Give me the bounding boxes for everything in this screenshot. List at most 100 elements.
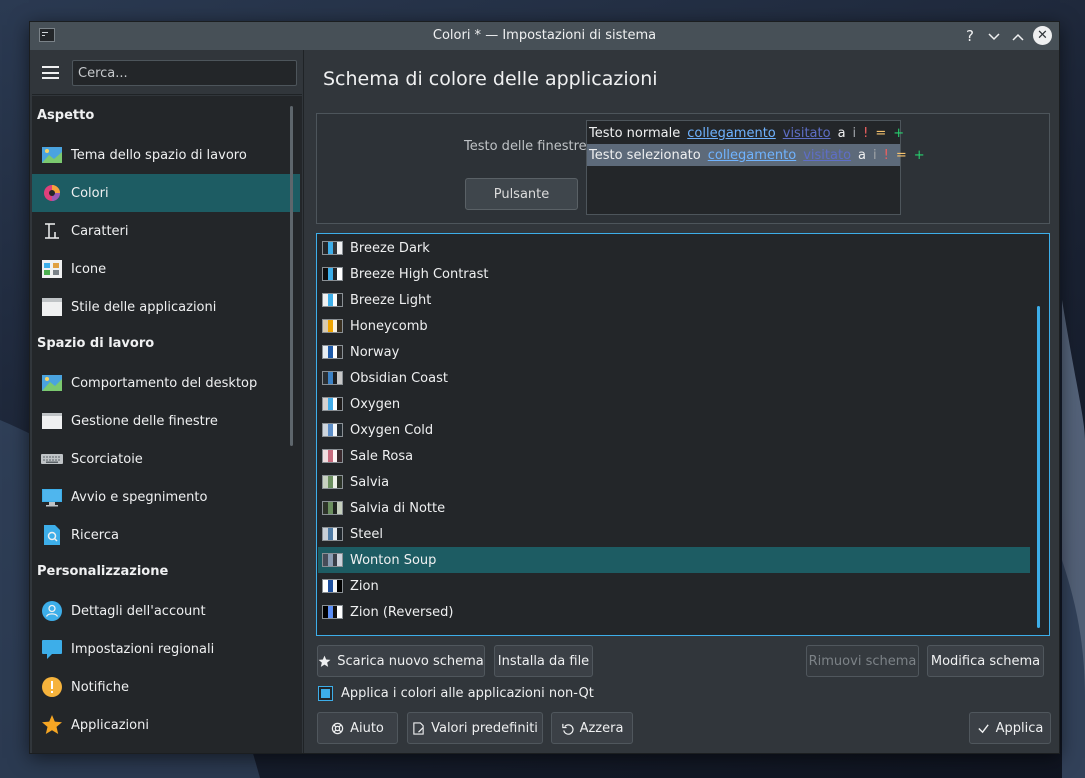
sidebar-item-tema[interactable]: Tema dello spazio di lavoro bbox=[32, 136, 300, 174]
window-management-icon bbox=[41, 410, 63, 432]
selected-text-sample: Testo selezionato bbox=[589, 147, 701, 163]
sidebar-category-list[interactable]: Aspetto Tema dello spazio di lavoro Colo… bbox=[32, 96, 302, 753]
help-icon[interactable]: ? bbox=[960, 26, 980, 46]
main-content: Schema di colore delle applicazioni Test… bbox=[303, 50, 1059, 753]
positive-sample: + bbox=[913, 147, 925, 163]
preview-button[interactable]: Pulsante bbox=[465, 178, 578, 210]
scheme-row[interactable]: Oxygen bbox=[318, 391, 1030, 417]
user-icon bbox=[41, 600, 63, 622]
apply-nonqt-label[interactable]: Applica i colori alle applicazioni non-Q… bbox=[341, 686, 594, 701]
sidebar-item-regionali[interactable]: Impostazioni regionali bbox=[32, 630, 300, 668]
scheme-swatch-icon bbox=[322, 423, 343, 437]
checkmark-icon bbox=[977, 723, 989, 733]
maximize-icon[interactable] bbox=[1008, 26, 1028, 46]
visited-sample: visitato bbox=[782, 125, 831, 141]
scheme-name: Breeze Light bbox=[350, 292, 432, 308]
scheme-row[interactable]: Breeze High Contrast bbox=[318, 261, 1030, 287]
sidebar-item-colori[interactable]: Colori bbox=[32, 174, 300, 212]
sidebar-item-stile-applicazioni[interactable]: Stile delle applicazioni bbox=[32, 288, 300, 326]
scheme-swatch-icon bbox=[322, 475, 343, 489]
scheme-row[interactable]: Wonton Soup bbox=[318, 547, 1030, 573]
lifebuoy-icon bbox=[331, 722, 344, 734]
preview-normal-row: Testo normale collegamento visitato a i … bbox=[587, 122, 904, 144]
search-input[interactable] bbox=[72, 60, 297, 86]
scheme-name: Zion (Reversed) bbox=[350, 604, 454, 620]
remove-scheme-button[interactable]: Rimuovi schema bbox=[806, 645, 919, 677]
scheme-row[interactable]: Salvia di Notte bbox=[318, 495, 1030, 521]
color-scheme-list[interactable]: Breeze Dark Breeze High Contrast Breeze Li… bbox=[316, 233, 1050, 636]
colors-icon bbox=[41, 182, 63, 204]
scheme-swatch-icon bbox=[322, 579, 343, 593]
sidebar-item-gestione-finestre[interactable]: Gestione delle finestre bbox=[32, 402, 300, 440]
color-preview-panel: Testo delle finestre Pulsante Testo norm… bbox=[316, 113, 1050, 224]
sidebar: Aspetto Tema dello spazio di lavoro Colo… bbox=[32, 50, 302, 753]
scheme-row[interactable]: Steel bbox=[318, 521, 1030, 547]
sidebar-item-label: Tema dello spazio di lavoro bbox=[71, 147, 247, 163]
sidebar-item-account[interactable]: Dettagli dell'account bbox=[32, 592, 300, 630]
scheme-name: Honeycomb bbox=[350, 318, 428, 334]
section-title-spazio-lavoro: Spazio di lavoro bbox=[37, 336, 155, 351]
sidebar-item-icone[interactable]: Icone bbox=[32, 250, 300, 288]
sidebar-scrollbar[interactable] bbox=[290, 106, 293, 446]
title-bar[interactable]: Colori * — Impostazioni di sistema ? ✕ bbox=[30, 22, 1059, 50]
icons-icon bbox=[41, 258, 63, 280]
hamburger-menu-icon[interactable] bbox=[42, 66, 59, 79]
sidebar-item-avvio[interactable]: Avvio e spegnimento bbox=[32, 478, 300, 516]
sidebar-item-notifiche[interactable]: Notifiche bbox=[32, 668, 300, 706]
document-edit-icon bbox=[413, 721, 424, 735]
scheme-row[interactable]: Norway bbox=[318, 339, 1030, 365]
scheme-row[interactable]: Breeze Light bbox=[318, 287, 1030, 313]
scheme-swatch-icon bbox=[322, 553, 343, 567]
desktop-behavior-icon bbox=[41, 372, 63, 394]
sidebar-item-comportamento[interactable]: Comportamento del desktop bbox=[32, 364, 300, 402]
scheme-row[interactable]: Salvia bbox=[318, 469, 1030, 495]
scheme-row[interactable]: Zion (Reversed) bbox=[318, 599, 1030, 625]
scheme-name: Obsidian Coast bbox=[350, 370, 448, 386]
apply-button[interactable]: Applica bbox=[969, 712, 1051, 744]
scheme-row[interactable]: Sale Rosa bbox=[318, 443, 1030, 469]
scheme-row[interactable]: Obsidian Coast bbox=[318, 365, 1030, 391]
scheme-row[interactable]: Honeycomb bbox=[318, 313, 1030, 339]
scheme-row[interactable]: Zion bbox=[318, 573, 1030, 599]
edit-scheme-button[interactable]: Modifica schema bbox=[927, 645, 1044, 677]
inactive-sample: i bbox=[873, 147, 877, 163]
apply-nonqt-checkbox[interactable] bbox=[318, 686, 333, 701]
sidebar-item-scorciatoie[interactable]: Scorciatoie bbox=[32, 440, 300, 478]
sidebar-item-caratteri[interactable]: Caratteri bbox=[32, 212, 300, 250]
defaults-button[interactable]: Valori predefiniti bbox=[407, 712, 543, 744]
undo-icon bbox=[561, 723, 574, 735]
regional-icon bbox=[41, 638, 63, 660]
scheme-name: Salvia di Notte bbox=[350, 500, 446, 516]
sidebar-item-applicazioni[interactable]: Applicazioni bbox=[32, 706, 300, 744]
close-icon[interactable]: ✕ bbox=[1033, 26, 1052, 45]
sidebar-item-label: Notifiche bbox=[71, 679, 129, 695]
help-button[interactable]: Aiuto bbox=[317, 712, 398, 744]
remove-scheme-label: Rimuovi schema bbox=[808, 653, 917, 669]
scheme-swatch-icon bbox=[322, 319, 343, 333]
scheme-swatch-icon bbox=[322, 501, 343, 515]
scheme-row[interactable]: Breeze Dark bbox=[318, 235, 1030, 261]
scheme-name: Norway bbox=[350, 344, 400, 360]
sidebar-item-ricerca[interactable]: Ricerca bbox=[32, 516, 300, 554]
window-title: Colori * — Impostazioni di sistema bbox=[432, 28, 657, 43]
download-scheme-label: Scarica nuovo schema bbox=[337, 653, 484, 669]
scheme-swatch-icon bbox=[322, 397, 343, 411]
scheme-swatch-icon bbox=[322, 371, 343, 385]
sidebar-item-label: Impostazioni regionali bbox=[71, 641, 215, 657]
scheme-name: Oxygen Cold bbox=[350, 422, 434, 438]
reset-button[interactable]: Azzera bbox=[551, 712, 633, 744]
scheme-list-scrollbar[interactable] bbox=[1037, 306, 1040, 628]
system-settings-window: Colori * — Impostazioni di sistema ? ✕ A… bbox=[29, 21, 1060, 754]
scheme-name: Steel bbox=[350, 526, 383, 542]
positive-sample: + bbox=[893, 125, 905, 141]
download-scheme-button[interactable]: Scarica nuovo schema bbox=[317, 645, 485, 677]
minimize-icon[interactable] bbox=[984, 26, 1004, 46]
sidebar-item-label: Stile delle applicazioni bbox=[71, 299, 217, 315]
install-from-file-button[interactable]: Installa da file bbox=[494, 645, 593, 677]
sidebar-item-label: Comportamento del desktop bbox=[71, 375, 258, 391]
scheme-row[interactable]: Oxygen Cold bbox=[318, 417, 1030, 443]
page-title: Schema di colore delle applicazioni bbox=[323, 68, 658, 90]
scheme-swatch-icon bbox=[322, 241, 343, 255]
app-style-icon bbox=[41, 296, 63, 318]
scheme-swatch-icon bbox=[322, 605, 343, 619]
